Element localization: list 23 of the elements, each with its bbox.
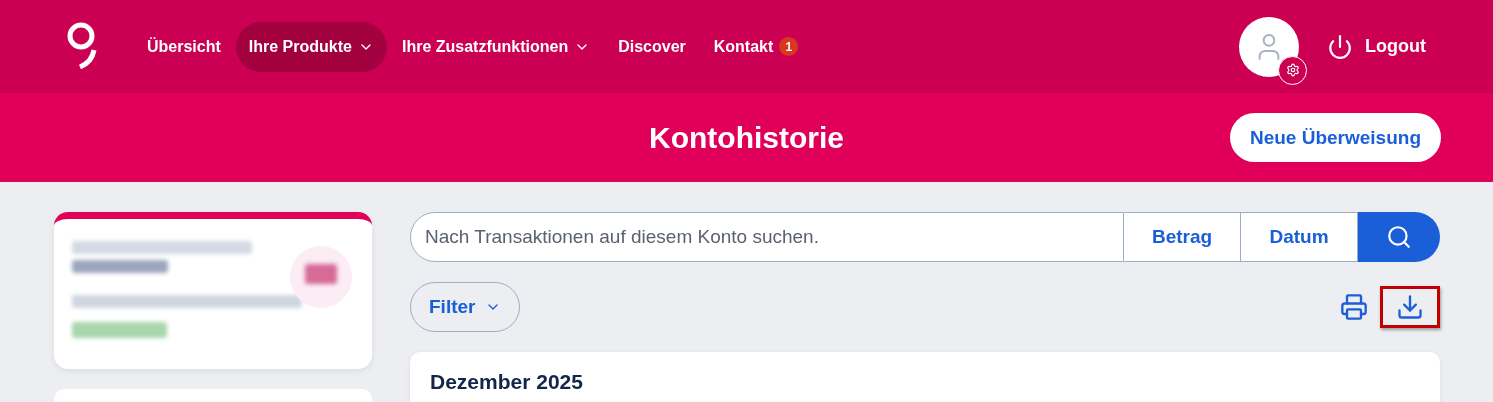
settings-icon[interactable] — [1278, 55, 1307, 85]
filter-button[interactable]: Filter — [410, 282, 521, 332]
nav-item[interactable]: Ihre Produkte — [235, 21, 387, 72]
page-title: Kontohistorie — [649, 120, 844, 155]
search-icon — [1386, 224, 1412, 250]
new-transfer-button[interactable]: Neue Überweisung — [1229, 113, 1441, 162]
notification-badge: 1 — [779, 37, 799, 56]
nav-item[interactable]: Ihre Zusatzfunktionen — [388, 21, 604, 72]
sort-button[interactable]: Betrag — [1124, 212, 1241, 262]
account-card[interactable] — [54, 212, 372, 369]
month-heading: Dezember 2025 — [430, 370, 584, 394]
search-field[interactable]: Nach Transaktionen auf diesem Konto suchen. — [410, 212, 1124, 262]
nav-item[interactable]: Übersicht — [134, 21, 234, 72]
nav-item[interactable]: Discover — [605, 21, 699, 72]
download-icon — [1396, 293, 1424, 321]
sort-button[interactable]: Datum — [1241, 212, 1358, 262]
logout-link[interactable]: Logout — [1327, 33, 1426, 60]
download-button[interactable] — [1380, 286, 1440, 328]
power-icon — [1327, 33, 1353, 60]
search-button[interactable] — [1358, 212, 1440, 262]
printer-icon — [1340, 293, 1368, 321]
nav-item[interactable]: Kontakt 1 — [700, 21, 812, 72]
redacted-icon — [305, 264, 337, 284]
